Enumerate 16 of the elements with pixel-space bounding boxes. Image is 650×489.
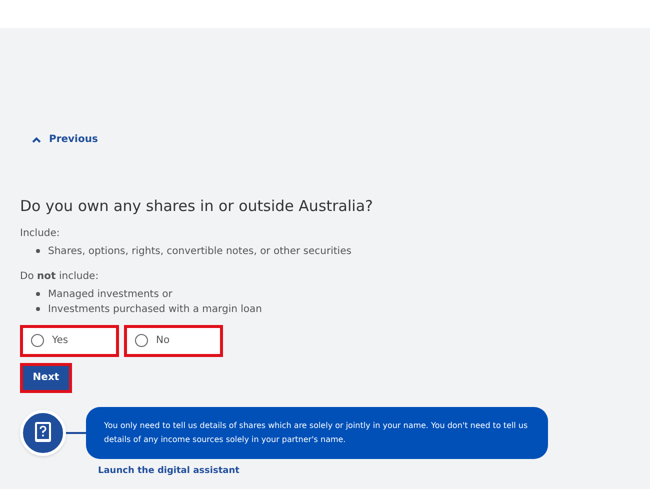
list-item: Investments purchased with a margin loan <box>48 302 262 316</box>
chevron-up-icon <box>32 136 41 142</box>
next-button[interactable]: Next <box>20 362 72 392</box>
question-heading: Do you own any shares in or outside Australia? <box>20 196 374 217</box>
previous-link[interactable]: Previous <box>32 132 650 147</box>
radio-option[interactable]: Yes <box>20 324 119 356</box>
assistant-message: You only need to tell us details of shares which are solely or jointly in your name. You don't need to tell us details of any income sources solely in your partner's name. <box>86 406 548 458</box>
list-item: Managed investments or <box>48 288 172 302</box>
bullet-icon <box>36 292 40 296</box>
include-label: Include: <box>20 226 61 240</box>
radio-option[interactable]: No <box>124 324 223 356</box>
bullet-icon <box>36 307 40 311</box>
exclude-label: Do not include: <box>20 270 100 284</box>
list-item: Shares, options, rights, convertible notes, or other securities <box>48 244 352 258</box>
launch-assistant-link[interactable]: Launch the digital assistant <box>98 464 240 476</box>
bullet-icon <box>36 249 40 253</box>
